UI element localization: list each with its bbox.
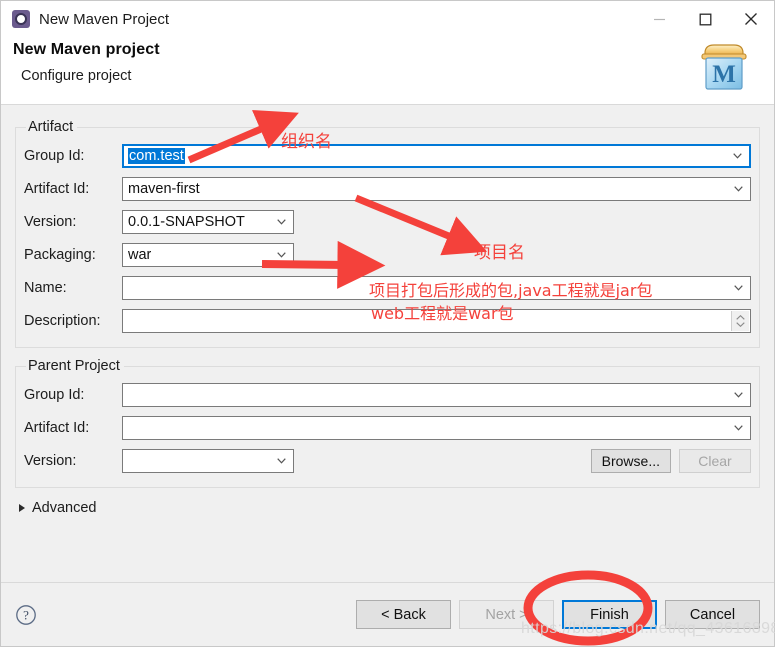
group-id-combo[interactable]: com.test — [122, 143, 751, 168]
field-row-group-id: Group Id: com.test — [24, 139, 751, 172]
field-row-description: Description: — [24, 304, 751, 337]
label-version: Version: — [24, 213, 77, 230]
field-row-artifact-id: Artifact Id: maven-first — [24, 172, 751, 205]
group-id-value: com.test — [128, 147, 185, 164]
chevron-down-icon[interactable] — [277, 218, 286, 225]
description-input[interactable] — [122, 308, 751, 333]
help-question-icon[interactable]: ? — [15, 604, 37, 626]
chevron-down-icon[interactable] — [733, 152, 742, 159]
field-row-name: Name: — [24, 271, 751, 304]
new-maven-project-dialog: New Maven Project New Maven project Conf… — [0, 0, 775, 647]
advanced-expander[interactable]: Advanced — [19, 500, 760, 516]
parent-version-combo[interactable] — [122, 448, 294, 473]
parent-group-legend: Parent Project — [28, 358, 120, 374]
browse-button[interactable]: Browse... — [590, 448, 671, 473]
window-controls — [636, 1, 774, 37]
version-value: 0.0.1-SNAPSHOT — [128, 213, 245, 230]
maven-folder-logo: M — [694, 39, 756, 97]
version-combo[interactable]: 0.0.1-SNAPSHOT — [122, 209, 294, 234]
artifact-group: Artifact Group Id: com.test Artifact Id: — [15, 119, 760, 348]
chevron-right-icon — [19, 504, 25, 512]
label-name: Name: — [24, 279, 67, 296]
page-subtitle: Configure project — [21, 68, 132, 84]
field-row-packaging: Packaging: war — [24, 238, 751, 271]
cancel-button[interactable]: Cancel — [665, 600, 760, 629]
svg-text:M: M — [712, 61, 736, 88]
packaging-combo[interactable]: war — [122, 242, 294, 267]
label-parent-artifact-id: Artifact Id: — [24, 419, 90, 436]
dialog-header: New Maven project Configure project M — [1, 37, 774, 105]
chevron-down-icon[interactable] — [277, 251, 286, 258]
field-row-parent-group-id: Group Id: — [24, 378, 751, 411]
artifact-group-legend: Artifact — [28, 119, 74, 135]
parent-artifact-id-combo[interactable] — [122, 415, 751, 440]
label-parent-group-id: Group Id: — [24, 386, 85, 403]
close-icon[interactable] — [728, 1, 774, 37]
chevron-down-icon[interactable] — [734, 391, 743, 398]
artifact-id-value: maven-first — [128, 180, 200, 197]
field-row-parent-artifact-id: Artifact Id: — [24, 411, 751, 444]
chevron-down-icon[interactable] — [734, 284, 743, 291]
footer-buttons: < Back Next > Finish Cancel — [356, 600, 760, 629]
label-parent-version: Version: — [24, 452, 77, 469]
packaging-value: war — [128, 246, 152, 263]
label-description: Description: — [24, 312, 101, 329]
clear-button: Clear — [679, 448, 751, 473]
chevron-down-icon[interactable] — [734, 424, 743, 431]
advanced-label: Advanced — [32, 500, 97, 516]
dialog-footer: ? < Back Next > Finish Cancel — [1, 582, 774, 646]
next-button: Next > — [459, 600, 554, 629]
page-title: New Maven project — [13, 41, 160, 58]
chevron-down-icon[interactable] — [277, 457, 286, 464]
chevron-down-icon[interactable] — [734, 185, 743, 192]
window-title: New Maven Project — [39, 10, 170, 28]
label-artifact-id: Artifact Id: — [24, 180, 90, 197]
finish-button[interactable]: Finish — [562, 600, 657, 629]
maximize-icon[interactable] — [682, 1, 728, 37]
dialog-content: Artifact Group Id: com.test Artifact Id: — [1, 105, 774, 582]
title-bar: New Maven Project — [1, 1, 774, 37]
svg-text:?: ? — [23, 607, 29, 622]
label-group-id: Group Id: — [24, 147, 85, 164]
field-row-version: Version: 0.0.1-SNAPSHOT — [24, 205, 751, 238]
maven-gear-icon — [12, 10, 30, 28]
spinner-arrows-icon[interactable] — [731, 310, 749, 331]
back-button[interactable]: < Back — [356, 600, 451, 629]
parent-project-group: Parent Project Group Id: Artifact Id: Ve… — [15, 358, 760, 488]
parent-group-id-combo[interactable] — [122, 382, 751, 407]
artifact-id-combo[interactable]: maven-first — [122, 176, 751, 201]
name-combo[interactable] — [122, 275, 751, 300]
minimize-icon[interactable] — [636, 1, 682, 37]
label-packaging: Packaging: — [24, 246, 96, 263]
